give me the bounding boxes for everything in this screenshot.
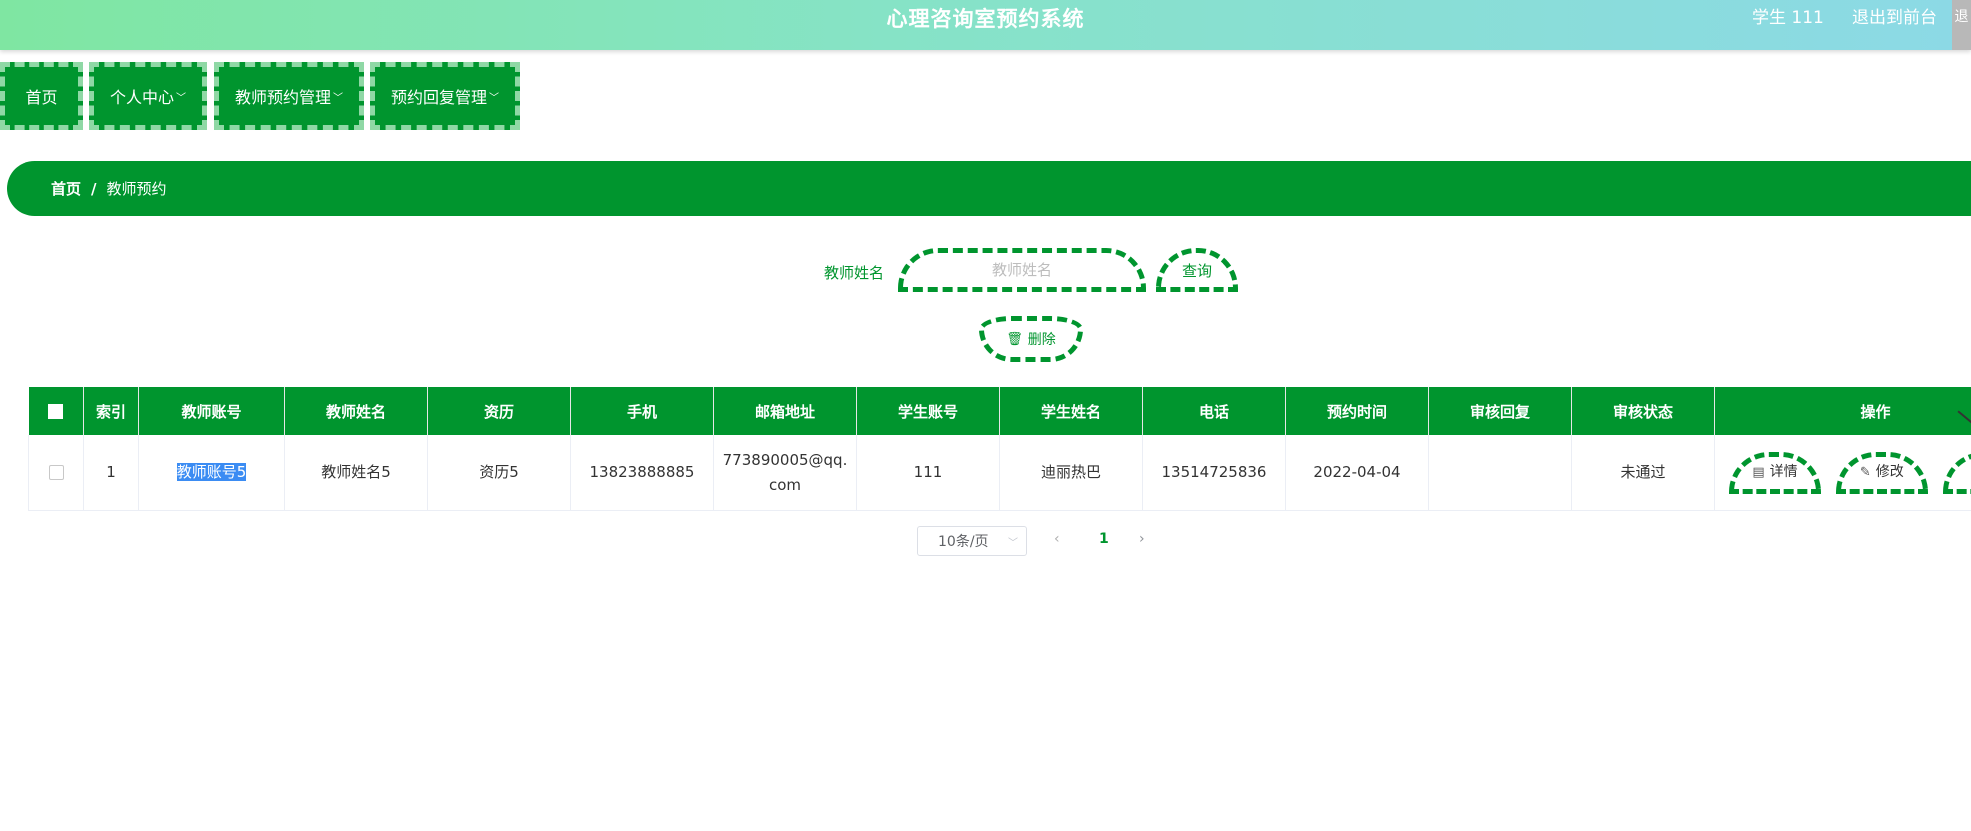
delete-button[interactable]: 🗑 删除 — [979, 316, 1083, 362]
row-select-cell[interactable] — [28, 435, 84, 511]
cell-email: 773890005@qq.com — [713, 435, 857, 511]
cell-student-account: 111 — [856, 435, 1000, 511]
col-student-name: 学生姓名 — [999, 387, 1143, 435]
col-index: 索引 — [83, 387, 139, 435]
edit-button[interactable]: ✎ 修改 — [1835, 451, 1928, 494]
select-all-checkbox[interactable] — [48, 404, 64, 419]
col-appointment-time: 预约时间 — [1285, 387, 1429, 435]
col-mobile: 手机 — [570, 387, 714, 435]
document-icon: ▤ — [1752, 465, 1765, 480]
col-operations: 操作 — [1714, 387, 1971, 435]
cell-phone: 13514725836 — [1142, 435, 1286, 511]
exit-to-frontend-link[interactable]: 退出到前台 — [1852, 0, 1937, 38]
cell-qualification: 资历5 — [427, 435, 571, 511]
cell-index: 1 — [83, 435, 139, 511]
top-header: 心理咨询室预约系统 学生 111 退出到前台 退 — [0, 0, 1971, 50]
nav-teacher-appointment[interactable]: 教师预约管理 ﹀ — [214, 62, 364, 130]
delete-button-label: 删除 — [1027, 332, 1056, 348]
col-teacher-name: 教师姓名 — [284, 387, 428, 435]
breadcrumb-separator: / — [91, 179, 97, 198]
nav-personal-center-label: 个人中心 — [109, 88, 174, 107]
cell-operations: ▤ 详情 ✎ 修改 🗑 — [1714, 435, 1971, 511]
row-checkbox[interactable] — [48, 465, 64, 480]
col-email: 邮箱地址 — [713, 387, 857, 435]
appointment-table: 索引 教师账号 教师姓名 资历 手机 邮箱地址 学生账号 学生姓名 电话 预约时… — [28, 387, 1971, 511]
cell-appointment-time: 2022-04-04 — [1285, 435, 1429, 511]
next-page-button[interactable]: › — [1139, 531, 1145, 547]
select-all-header[interactable] — [28, 387, 84, 435]
chevron-down-icon: ﹀ — [176, 92, 186, 104]
chevron-down-icon: ﹀ — [1008, 537, 1018, 549]
edit-button-label: 修改 — [1875, 464, 1904, 480]
col-qualification: 资历 — [427, 387, 571, 435]
col-student-account: 学生账号 — [856, 387, 1000, 435]
chevron-down-icon: ﹀ — [333, 92, 343, 104]
nav-reply-management-label: 预约回复管理 — [390, 88, 487, 107]
nav-home-label: 首页 — [25, 88, 58, 107]
cell-teacher-account: 教师账号5 — [138, 435, 285, 511]
cell-teacher-name: 教师姓名5 — [284, 435, 428, 511]
delete-row-button[interactable]: 🗑 — [1942, 451, 1971, 494]
edit-icon: ✎ — [1859, 465, 1871, 480]
truncated-header-button[interactable]: 退 — [1952, 0, 1971, 50]
search-label: 教师姓名 — [824, 264, 885, 282]
page-size-value: 10条/页 — [938, 534, 989, 550]
breadcrumb-home[interactable]: 首页 — [51, 178, 81, 199]
selected-teacher-account: 教师账号5 — [176, 463, 247, 481]
detail-button[interactable]: ▤ 详情 — [1729, 451, 1821, 494]
col-review-reply: 审核回复 — [1428, 387, 1572, 435]
app-title: 心理咨询室预约系统 — [886, 7, 1085, 31]
nav-home[interactable]: 首页 — [0, 62, 83, 130]
teacher-name-search-input[interactable] — [898, 248, 1146, 292]
cell-student-name: 迪丽热巴 — [999, 435, 1143, 511]
query-button[interactable]: 查询 — [1156, 248, 1238, 292]
table-header-row: 索引 教师账号 教师姓名 资历 手机 邮箱地址 学生账号 学生姓名 电话 预约时… — [28, 387, 1971, 435]
col-teacher-account: 教师账号 — [138, 387, 285, 435]
nav-teacher-appointment-label: 教师预约管理 — [234, 88, 331, 107]
page-size-select[interactable]: 10条/页 ﹀ — [917, 526, 1027, 556]
cell-review-status: 未通过 — [1571, 435, 1715, 511]
cell-review-reply — [1428, 435, 1572, 511]
prev-page-button[interactable]: ‹ — [1054, 531, 1060, 547]
chevron-down-icon: ﹀ — [489, 92, 499, 104]
col-review-status: 审核状态 — [1571, 387, 1715, 435]
breadcrumb-current: 教师预约 — [106, 180, 167, 198]
breadcrumb: 首页 / 教师预约 — [7, 161, 1971, 216]
detail-button-label: 详情 — [1769, 464, 1798, 480]
trash-icon: 🗑 — [1006, 331, 1023, 347]
nav-reply-management[interactable]: 预约回复管理 ﹀ — [370, 62, 520, 130]
page-number-1[interactable]: 1 — [1099, 531, 1109, 547]
col-phone: 电话 — [1142, 387, 1286, 435]
table-row: 1 教师账号5 教师姓名5 资历5 13823888885 773890005@… — [28, 435, 1971, 511]
current-user: 学生 111 — [1752, 8, 1824, 28]
nav-personal-center[interactable]: 个人中心 ﹀ — [89, 62, 207, 130]
cell-mobile: 13823888885 — [570, 435, 714, 511]
